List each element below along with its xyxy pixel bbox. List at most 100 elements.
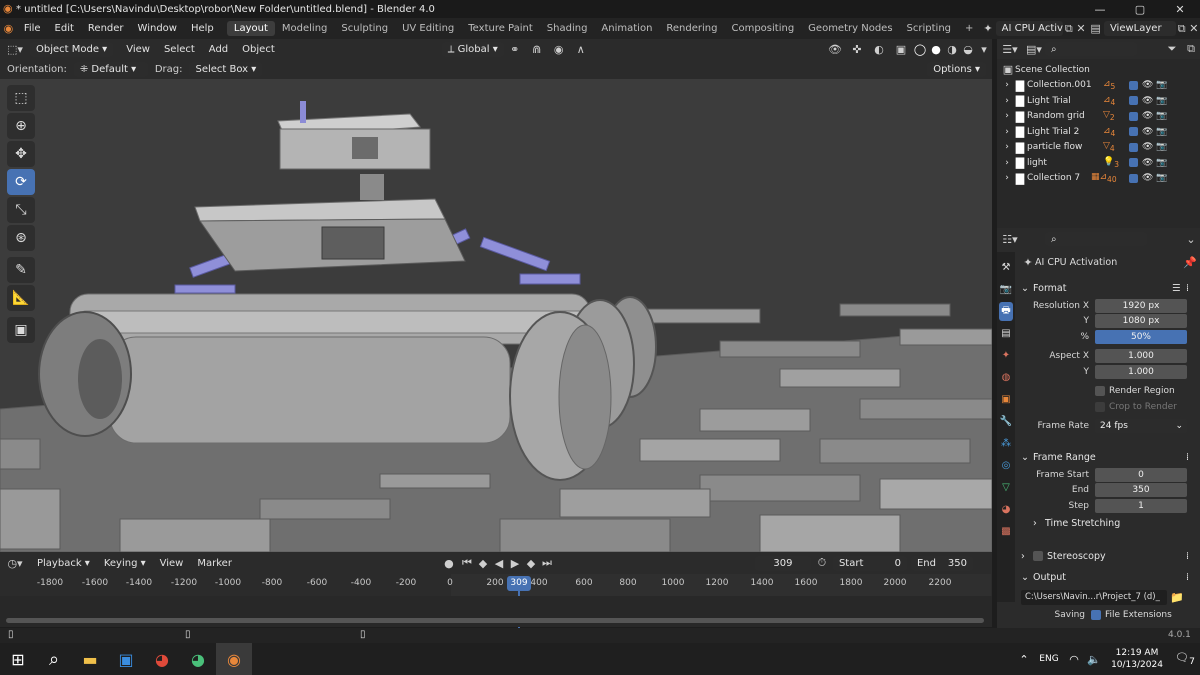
add-workspace-button[interactable]: + <box>958 21 980 36</box>
frame-rate-dropdown[interactable]: 24 fps ⌄ <box>1095 419 1187 434</box>
modifier-tab-icon[interactable]: 🔧 <box>999 412 1013 431</box>
physics-tab-icon[interactable]: ◎ <box>999 456 1013 475</box>
new-scene-icon[interactable]: ⧉ <box>1063 22 1075 36</box>
stopwatch-icon[interactable]: ⏱ <box>811 556 833 570</box>
maximize-button[interactable]: ▢ <box>1120 0 1160 18</box>
blender-menu-icon[interactable]: ◉ <box>0 22 17 35</box>
menu-render[interactable]: Render <box>81 23 131 34</box>
crop-to-render-row[interactable]: Crop to Render <box>1021 399 1196 415</box>
transform-orientation-dropdown[interactable]: ⟂ Global ▾ <box>441 41 504 57</box>
annotate-tool-icon[interactable]: ✎ <box>7 257 35 283</box>
constraints-tab-icon[interactable]: ▽ <box>999 478 1013 497</box>
drag-handle-icon[interactable]: ⁞ <box>1186 572 1196 583</box>
eye-icon[interactable]: 👁 <box>1142 142 1156 152</box>
jump-end-icon[interactable]: ⏭ <box>539 556 555 570</box>
shading-options-icon[interactable]: ▾ <box>976 43 992 56</box>
timeline-tracks[interactable] <box>0 596 992 627</box>
exclude-checkbox[interactable] <box>1129 127 1138 137</box>
tab-modeling[interactable]: Modeling <box>275 21 335 36</box>
menu-window[interactable]: Window <box>131 23 184 34</box>
expand-arrow-icon[interactable]: › <box>1001 111 1013 121</box>
drag-dropdown[interactable]: Select Box ▾ <box>189 61 263 77</box>
time-stretching-subpanel[interactable]: › Time Stretching <box>1021 514 1196 534</box>
viewport-menu-select[interactable]: Select <box>157 44 202 55</box>
drag-handle-icon[interactable]: ⁞ <box>1186 551 1196 562</box>
blender-taskbar-icon[interactable]: ◉ <box>216 643 252 675</box>
tab-compositing[interactable]: Compositing <box>724 21 801 36</box>
viewport-menu-view[interactable]: View <box>119 44 157 55</box>
overlays-icon[interactable]: ◐ <box>868 43 890 56</box>
start-button-icon[interactable]: ⊞ <box>0 643 36 675</box>
camera-icon[interactable]: 📷 <box>1156 127 1167 137</box>
view-layer-tab-icon[interactable]: ▤ <box>999 324 1013 343</box>
shading-solid-icon[interactable]: ● <box>928 43 944 56</box>
outliner-scene-collection[interactable]: ▣ Scene Collection <box>1001 62 1196 78</box>
aspect-y-field[interactable]: 1.000 <box>1095 364 1187 379</box>
xray-icon[interactable]: ▣ <box>890 43 912 56</box>
start-frame-field[interactable]: Start 0 <box>832 555 907 571</box>
drag-handle-icon[interactable]: ⁞ <box>1186 452 1196 463</box>
presets-icon[interactable]: ☰ <box>1172 283 1186 294</box>
delete-view-layer-icon[interactable]: ✕ <box>1188 22 1200 35</box>
render-region-checkbox[interactable] <box>1095 386 1105 397</box>
expand-arrow-icon[interactable]: › <box>1001 96 1013 106</box>
expand-arrow-icon[interactable]: › <box>1001 173 1013 183</box>
clock[interactable]: 12:19 AM 10/13/2024 <box>1104 647 1170 671</box>
current-frame-field[interactable]: 309 <box>754 555 811 571</box>
timeline-menu-keying[interactable]: Keying ▾ <box>97 558 153 569</box>
timeline-scrollbar[interactable] <box>6 618 984 623</box>
close-window-button[interactable]: ✕ <box>1160 0 1200 18</box>
format-panel-header[interactable]: ⌄ Format ☰ ⁞ <box>1021 278 1196 298</box>
collapse-arrow-icon[interactable]: ⌄ <box>1021 572 1033 583</box>
exclude-checkbox[interactable] <box>1129 173 1138 183</box>
snap-icon[interactable]: ⋒ <box>526 43 548 56</box>
pivot-point-icon[interactable]: ⚭ <box>504 43 526 56</box>
play-icon[interactable]: ▶ <box>507 557 523 570</box>
jump-start-icon[interactable]: ⏮ <box>459 556 475 570</box>
file-extensions-checkbox[interactable] <box>1091 609 1101 620</box>
menu-edit[interactable]: Edit <box>48 23 81 34</box>
photos-app-icon[interactable]: ▣ <box>108 643 144 675</box>
outliner-item[interactable]: › ▇ Collection 7 ▦⊿40 👁 📷 <box>1001 171 1196 187</box>
prev-keyframe-icon[interactable]: ◆ <box>475 557 491 570</box>
frame-start-field[interactable]: 0 <box>1095 467 1187 482</box>
outliner-item[interactable]: › ▇ Random grid ▽2 👁 📷 <box>1001 109 1196 125</box>
show-hidden-icons[interactable]: ⌃ <box>1014 653 1034 666</box>
aspect-x-field[interactable]: 1.000 <box>1095 349 1187 364</box>
proportional-edit-icon[interactable]: ◉ <box>548 43 570 56</box>
tab-rendering[interactable]: Rendering <box>659 21 724 36</box>
expand-arrow-icon[interactable]: › <box>1001 80 1013 90</box>
select-box-tool-icon[interactable]: ⬚ <box>7 85 35 111</box>
timeline-editor-type-icon[interactable]: ◷▾ <box>0 557 30 570</box>
measure-tool-icon[interactable]: 📐 <box>7 285 35 311</box>
exclude-checkbox[interactable] <box>1129 142 1138 152</box>
orientation-dropdown[interactable]: ⁜ Default ▾ <box>73 61 148 77</box>
tab-texture-paint[interactable]: Texture Paint <box>461 21 540 36</box>
file-explorer-icon[interactable]: ▬ <box>72 643 108 675</box>
eye-icon[interactable]: 👁 <box>1142 158 1156 168</box>
volume-icon[interactable]: 🔈 <box>1084 653 1104 666</box>
transform-tool-icon[interactable]: ⊛ <box>7 225 35 251</box>
next-keyframe-icon[interactable]: ◆ <box>523 557 539 570</box>
material-tab-icon[interactable]: ◕ <box>999 500 1013 519</box>
frame-end-field[interactable]: 350 <box>1095 483 1187 498</box>
drag-handle-icon[interactable]: ⁞ <box>1186 283 1196 294</box>
search-icon[interactable]: ⌕ <box>36 643 72 675</box>
tab-shading[interactable]: Shading <box>540 21 595 36</box>
menu-file[interactable]: File <box>17 23 48 34</box>
view-layer-field[interactable]: ViewLayer <box>1103 21 1176 36</box>
viewport-menu-add[interactable]: Add <box>202 44 235 55</box>
cursor-tool-icon[interactable]: ⊕ <box>7 113 35 139</box>
notifications-icon[interactable]: 🗨7 <box>1170 651 1200 667</box>
play-reverse-icon[interactable]: ◀ <box>491 557 507 570</box>
tool-tab-icon[interactable]: ⚒ <box>999 258 1013 277</box>
resolution-percent-slider[interactable]: 50% <box>1095 329 1187 344</box>
exclude-checkbox[interactable] <box>1129 158 1138 168</box>
exclude-checkbox[interactable] <box>1129 111 1138 121</box>
tab-geometry-nodes[interactable]: Geometry Nodes <box>801 21 899 36</box>
editor-type-icon[interactable]: ⬚▾ <box>0 43 30 56</box>
filter-icon[interactable]: ⏷ <box>1162 42 1182 56</box>
collapse-arrow-icon[interactable]: ⌄ <box>1021 452 1033 463</box>
expand-arrow-icon[interactable]: › <box>1001 142 1013 152</box>
add-cube-tool-icon[interactable]: ▣ <box>7 317 35 343</box>
